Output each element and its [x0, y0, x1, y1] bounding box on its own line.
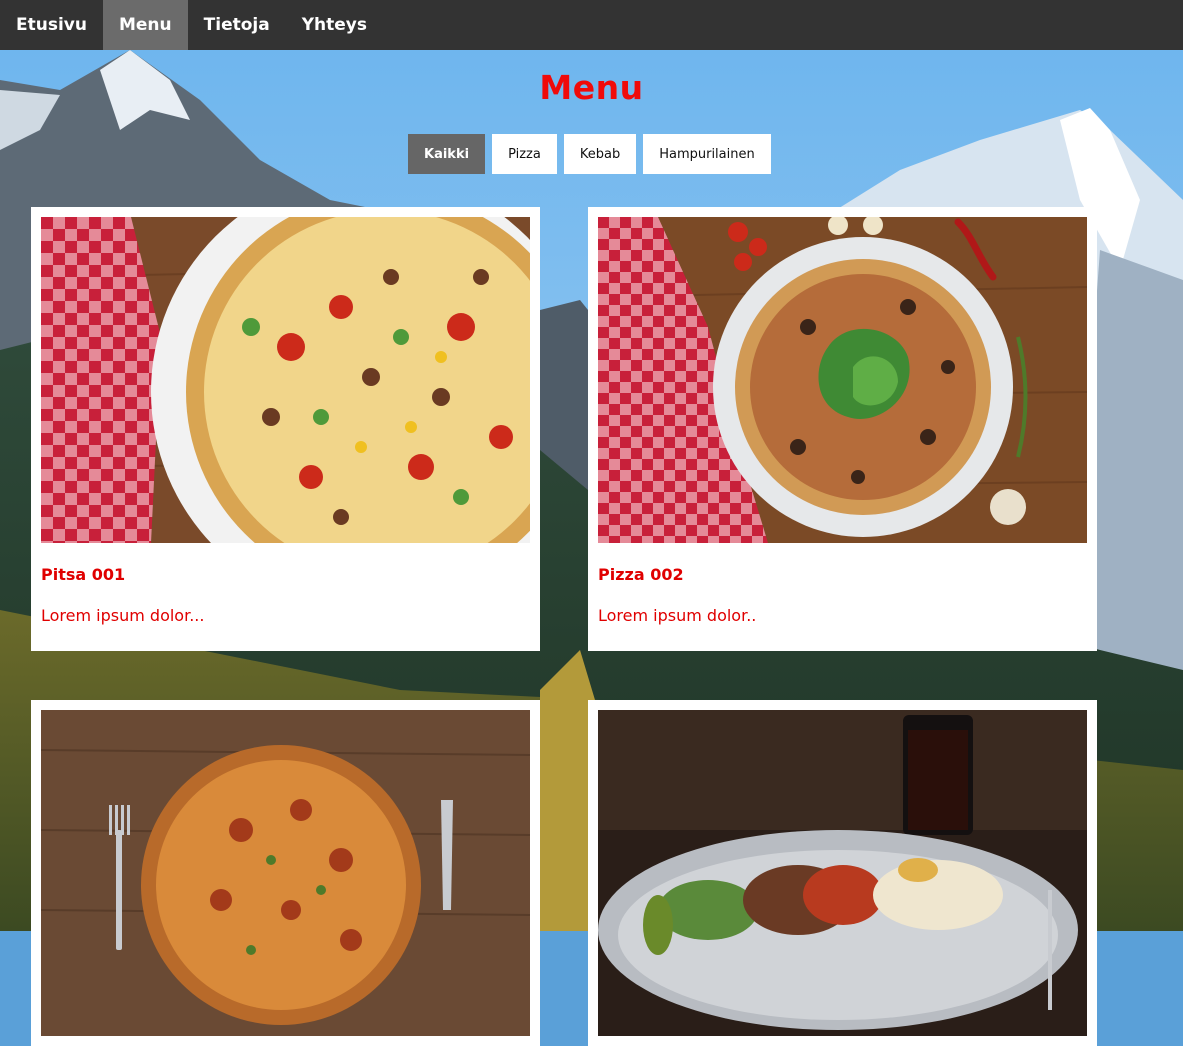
- page-title: Menu: [539, 68, 644, 107]
- nav-item-etusivu[interactable]: Etusivu: [0, 0, 103, 50]
- menu-item-title: Pizza 002: [598, 565, 684, 584]
- kebab-photo-4: [598, 710, 1087, 1036]
- nav-item-yhteys[interactable]: Yhteys: [286, 0, 383, 50]
- top-nav: Etusivu Menu Tietoja Yhteys: [0, 0, 1183, 50]
- nav-item-tietoja[interactable]: Tietoja: [188, 0, 286, 50]
- category-filters: Kaikki Pizza Kebab Hampurilainen: [408, 134, 771, 174]
- pizza-photo-3: [41, 710, 530, 1036]
- menu-card-2[interactable]: Pizza 002 Lorem ipsum dolor..: [588, 207, 1097, 651]
- menu-card-1[interactable]: Pitsa 001 Lorem ipsum dolor...: [31, 207, 540, 651]
- nav-item-menu[interactable]: Menu: [102, 0, 188, 50]
- filter-kaikki-button[interactable]: Kaikki: [408, 134, 486, 174]
- pizza-photo-1: [41, 217, 530, 543]
- filter-kebab-button[interactable]: Kebab: [563, 134, 637, 174]
- menu-item-description: Lorem ipsum dolor...: [41, 606, 205, 625]
- filter-hampurilainen-button[interactable]: Hampurilainen: [643, 134, 771, 174]
- menu-card-4[interactable]: [588, 700, 1097, 1046]
- pizza-photo-2: [598, 217, 1087, 543]
- menu-item-title: Pitsa 001: [41, 565, 126, 584]
- filter-pizza-button[interactable]: Pizza: [492, 134, 557, 174]
- menu-item-description: Lorem ipsum dolor..: [598, 606, 757, 625]
- menu-card-3[interactable]: [31, 700, 540, 1046]
